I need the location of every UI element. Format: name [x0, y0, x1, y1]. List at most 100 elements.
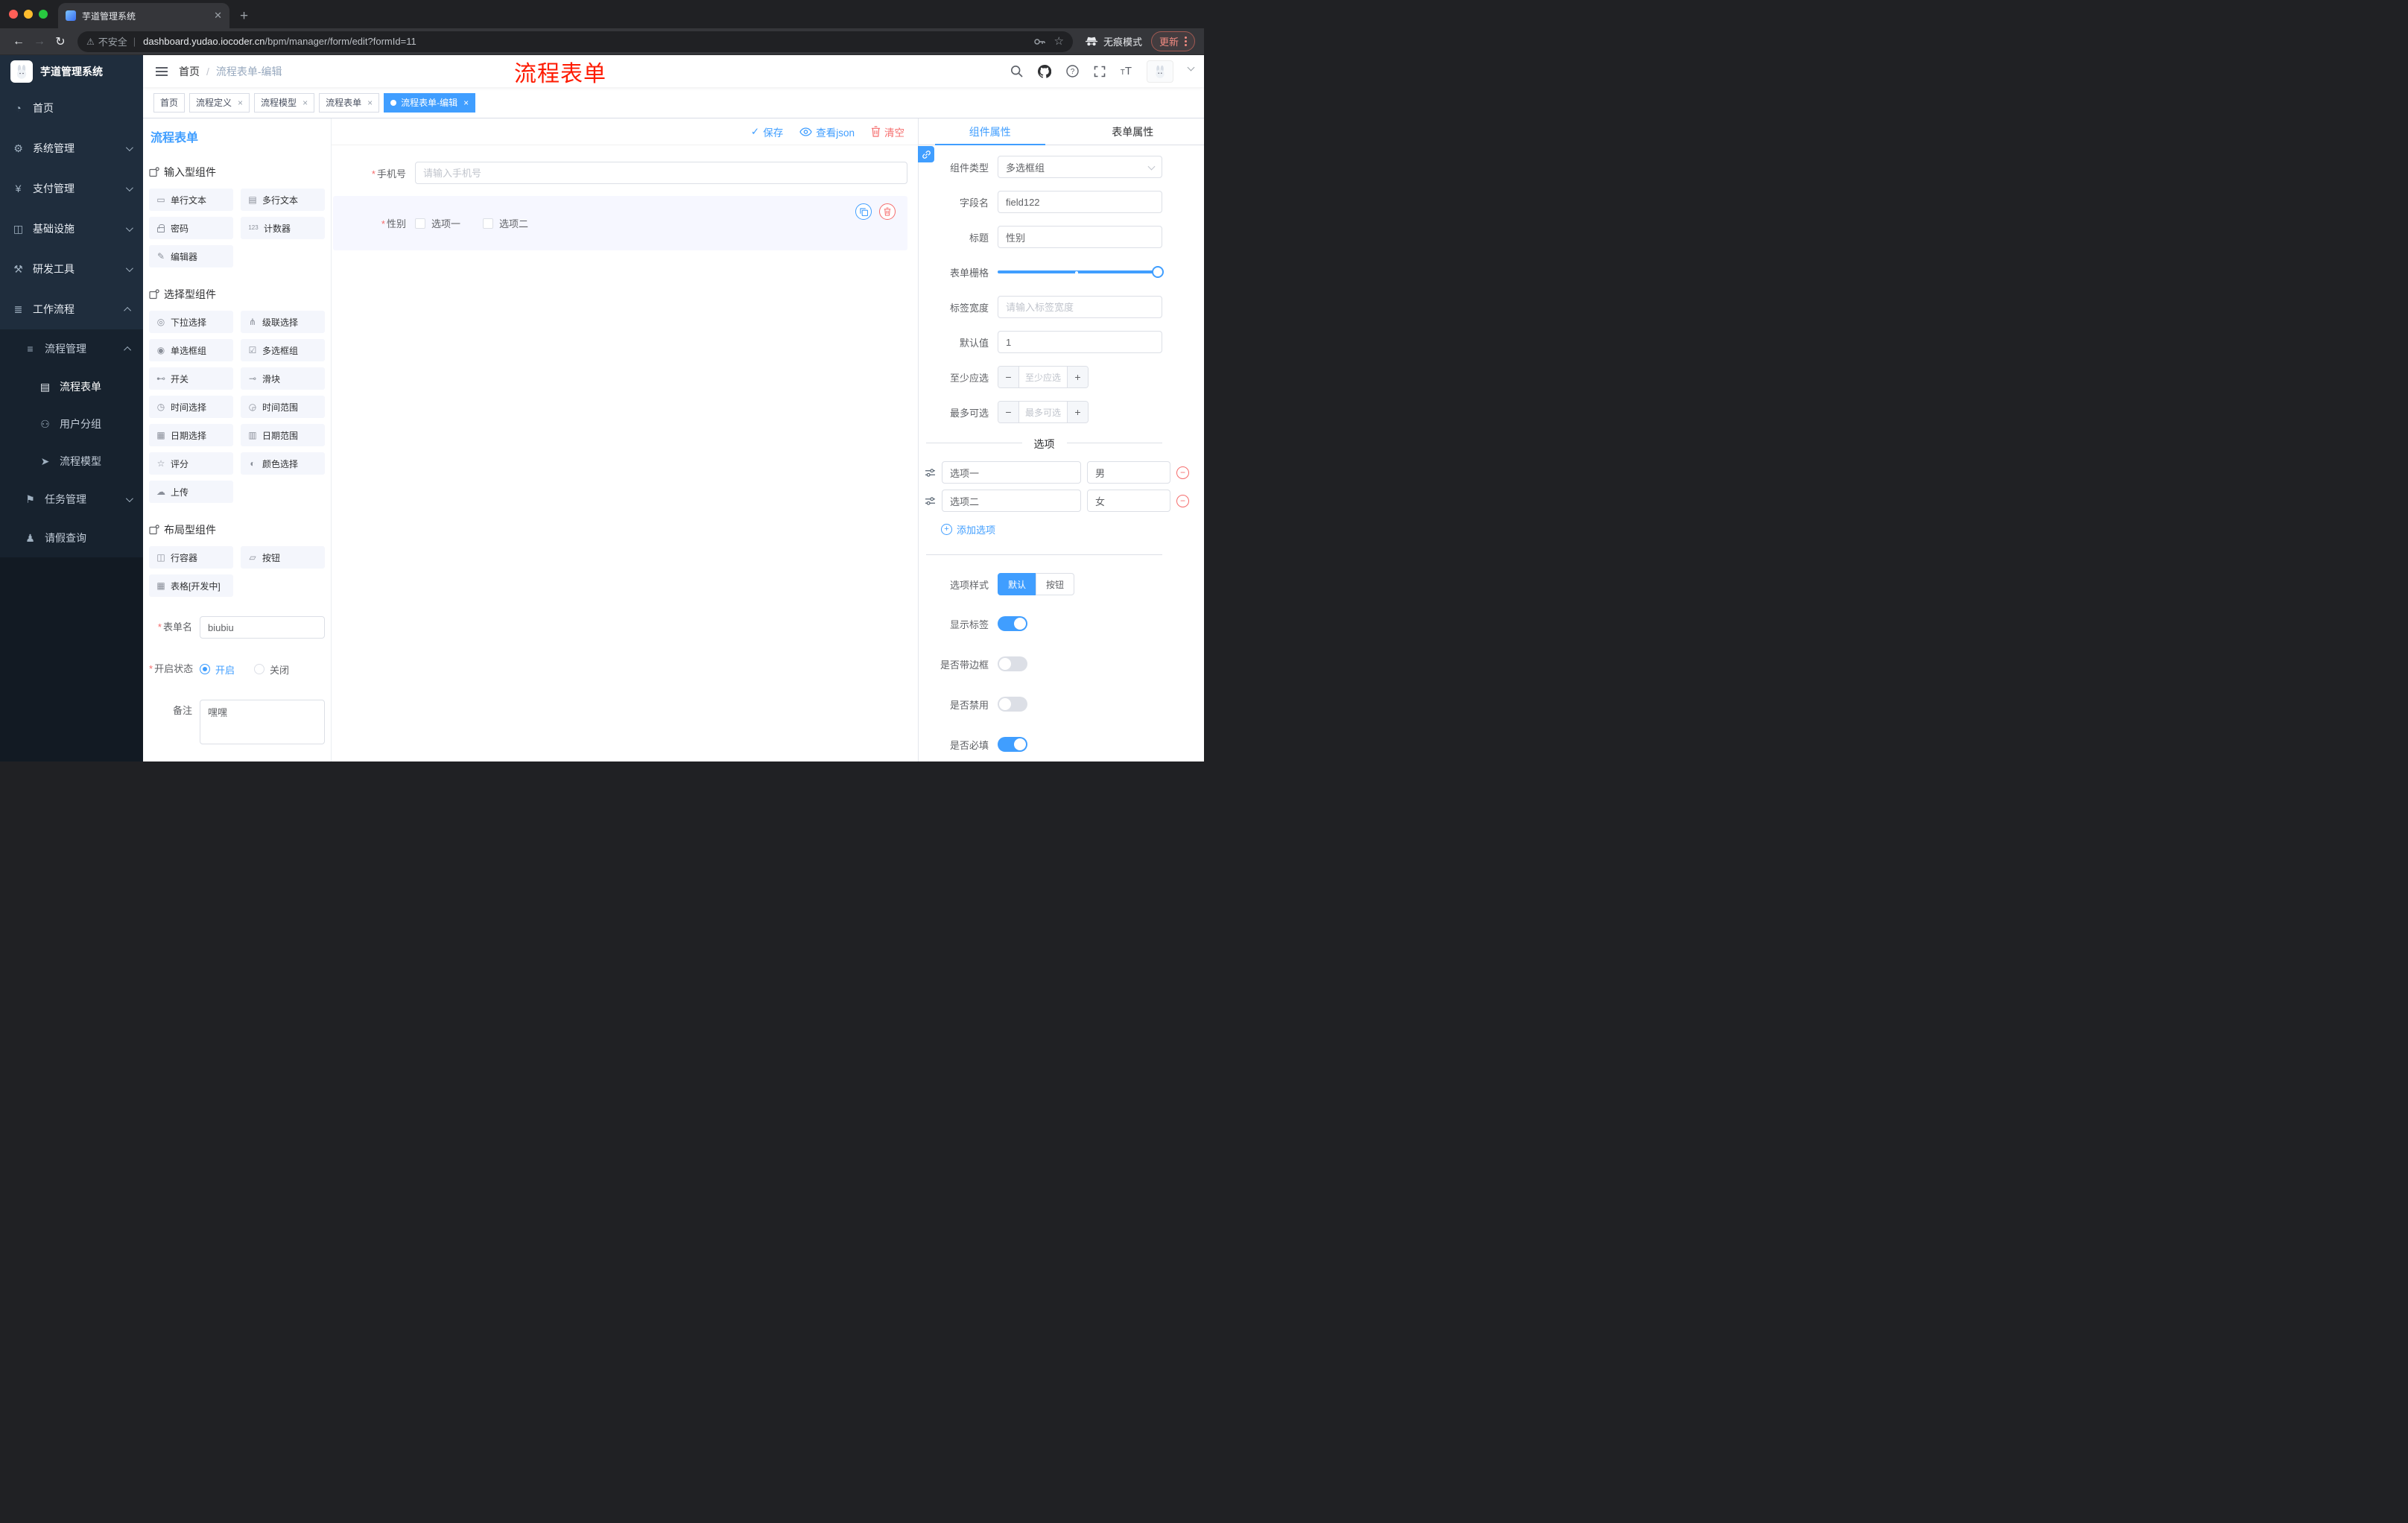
minus-button[interactable]: −: [998, 367, 1019, 387]
grid-slider[interactable]: [998, 261, 1164, 283]
checkbox[interactable]: [483, 218, 494, 229]
font-size-icon[interactable]: TT: [1121, 66, 1132, 77]
component-type-select[interactable]: 多选框组: [998, 156, 1162, 178]
window-close-button[interactable]: [9, 10, 18, 19]
component-item-time-picker[interactable]: ◷ 时间选择: [149, 396, 233, 418]
component-item-rate[interactable]: ☆ 评分: [149, 452, 233, 475]
option-label-input[interactable]: [942, 461, 1081, 484]
tab-process-definition[interactable]: 流程定义 ×: [189, 92, 250, 113]
window-zoom-button[interactable]: [39, 10, 48, 19]
component-item-password[interactable]: 密码: [149, 217, 233, 239]
canvas-field-gender-selected[interactable]: * 性别 选项一 选项二: [333, 196, 907, 250]
sidebar-logo[interactable]: 芋道管理系统: [0, 55, 143, 88]
sidebar-item-devtools[interactable]: ⚒ 研发工具: [0, 249, 143, 289]
default-value-input[interactable]: [998, 331, 1162, 353]
add-option-button[interactable]: + 添加选项: [941, 522, 1162, 536]
search-icon[interactable]: [1010, 65, 1023, 77]
phone-input[interactable]: [415, 162, 907, 184]
component-item-checkbox-group[interactable]: ☑ 多选框组: [241, 339, 325, 361]
save-button[interactable]: ✓ 保存: [751, 124, 783, 139]
sidebar-item-infra[interactable]: ◫ 基础设施: [0, 209, 143, 249]
tab-process-model[interactable]: 流程模型 ×: [254, 92, 315, 113]
border-toggle[interactable]: [998, 656, 1027, 671]
title-input[interactable]: [998, 226, 1162, 248]
component-item-time-range[interactable]: ◶ 时间范围: [241, 396, 325, 418]
password-key-icon[interactable]: [1033, 36, 1045, 48]
required-toggle[interactable]: [998, 737, 1027, 752]
component-item-switch[interactable]: ⊷ 开关: [149, 367, 233, 390]
option-value-input[interactable]: [1087, 461, 1170, 484]
tab-close-icon[interactable]: ✕: [214, 10, 222, 22]
remove-option-icon[interactable]: −: [1176, 494, 1189, 507]
component-item-upload[interactable]: ☁ 上传: [149, 481, 233, 503]
label-width-input[interactable]: [998, 296, 1162, 318]
drag-handle-icon[interactable]: [925, 496, 936, 506]
sidebar-item-home[interactable]: ◔ 首页: [0, 88, 143, 128]
close-icon[interactable]: ×: [302, 98, 308, 108]
bookmark-star-icon[interactable]: ☆: [1054, 36, 1064, 47]
sidebar-item-process-model[interactable]: ➤ 流程模型: [0, 443, 143, 480]
show-label-toggle[interactable]: [998, 616, 1027, 631]
form-name-input[interactable]: [200, 616, 325, 639]
style-button-button[interactable]: 按钮: [1036, 573, 1075, 595]
remark-textarea[interactable]: 嘿嘿: [200, 700, 325, 744]
browser-tab[interactable]: 芋道管理系统 ✕: [58, 3, 229, 28]
sidebar-item-workflow[interactable]: ≣ 工作流程: [0, 289, 143, 329]
address-bar[interactable]: ⚠ 不安全 | dashboard.yudao.iocoder.cn /bpm/…: [77, 31, 1073, 52]
component-item-date-range[interactable]: ▥ 日期范围: [241, 424, 325, 446]
component-item-button[interactable]: ▱ 按钮: [241, 546, 325, 569]
component-item-row-container[interactable]: ◫ 行容器: [149, 546, 233, 569]
github-icon[interactable]: [1037, 64, 1051, 78]
close-icon[interactable]: ×: [463, 98, 469, 108]
component-item-multi-text[interactable]: ▤ 多行文本: [241, 189, 325, 211]
link-icon[interactable]: [918, 146, 934, 162]
component-item-editor[interactable]: ✎ 编辑器: [149, 245, 233, 267]
option-value-input[interactable]: [1087, 490, 1170, 512]
plus-button[interactable]: +: [1067, 367, 1088, 387]
field-name-input[interactable]: [998, 191, 1162, 213]
breadcrumb-home[interactable]: 首页: [179, 64, 200, 79]
canvas-field-phone[interactable]: * 手机号: [333, 162, 907, 184]
stepper-placeholder[interactable]: 至少应选: [1019, 367, 1067, 387]
sidebar-item-process-mgmt[interactable]: ≡ 流程管理: [0, 329, 143, 368]
component-item-radio-group[interactable]: ◉ 单选框组: [149, 339, 233, 361]
sidebar-item-process-form[interactable]: ▤ 流程表单: [0, 368, 143, 405]
plus-button[interactable]: +: [1067, 402, 1088, 422]
sidebar-item-task-mgmt[interactable]: ⚑ 任务管理: [0, 480, 143, 519]
delete-field-button[interactable]: [879, 203, 896, 220]
checkbox-option-1[interactable]: 选项一: [415, 216, 460, 230]
component-item-cascader[interactable]: ⋔ 级联选择: [241, 311, 325, 333]
style-default-button[interactable]: 默认: [998, 573, 1037, 595]
tab-process-form[interactable]: 流程表单 ×: [319, 92, 380, 113]
sidebar-item-payment[interactable]: ¥ 支付管理: [0, 168, 143, 209]
component-item-select[interactable]: ◎ 下拉选择: [149, 311, 233, 333]
forward-icon[interactable]: →: [30, 32, 49, 51]
view-json-button[interactable]: 查看json: [799, 124, 855, 139]
reload-icon[interactable]: ↻: [51, 32, 70, 51]
component-item-single-text[interactable]: ▭ 单行文本: [149, 189, 233, 211]
fullscreen-icon[interactable]: [1094, 66, 1106, 77]
radio-off[interactable]: 关闭: [254, 662, 289, 677]
disabled-toggle[interactable]: [998, 697, 1027, 712]
option-label-input[interactable]: [942, 490, 1081, 512]
hamburger-icon[interactable]: [150, 60, 173, 83]
component-item-color-picker[interactable]: ◐ 颜色选择: [241, 452, 325, 475]
sidebar-item-leave-query[interactable]: ♟ 请假查询: [0, 519, 143, 557]
tab-home[interactable]: 首页: [153, 92, 186, 113]
avatar[interactable]: [1147, 60, 1173, 83]
checkbox-option-2[interactable]: 选项二: [483, 216, 528, 230]
component-item-counter[interactable]: 123 计数器: [241, 217, 325, 239]
tab-component-props[interactable]: 组件属性: [919, 118, 1062, 145]
slider-track[interactable]: [998, 270, 1162, 273]
close-icon[interactable]: ×: [238, 98, 243, 108]
sidebar-item-user-group[interactable]: ⚇ 用户分组: [0, 405, 143, 443]
component-item-slider[interactable]: ⊸ 滑块: [241, 367, 325, 390]
remove-option-icon[interactable]: −: [1176, 466, 1189, 479]
browser-menu-icon[interactable]: [1185, 37, 1187, 46]
back-icon[interactable]: ←: [9, 32, 28, 51]
drag-handle-icon[interactable]: [925, 468, 936, 478]
minus-button[interactable]: −: [998, 402, 1019, 422]
tab-process-form-edit[interactable]: 流程表单-编辑 ×: [384, 92, 476, 113]
close-icon[interactable]: ×: [367, 98, 373, 108]
new-tab-button[interactable]: +: [240, 9, 248, 23]
